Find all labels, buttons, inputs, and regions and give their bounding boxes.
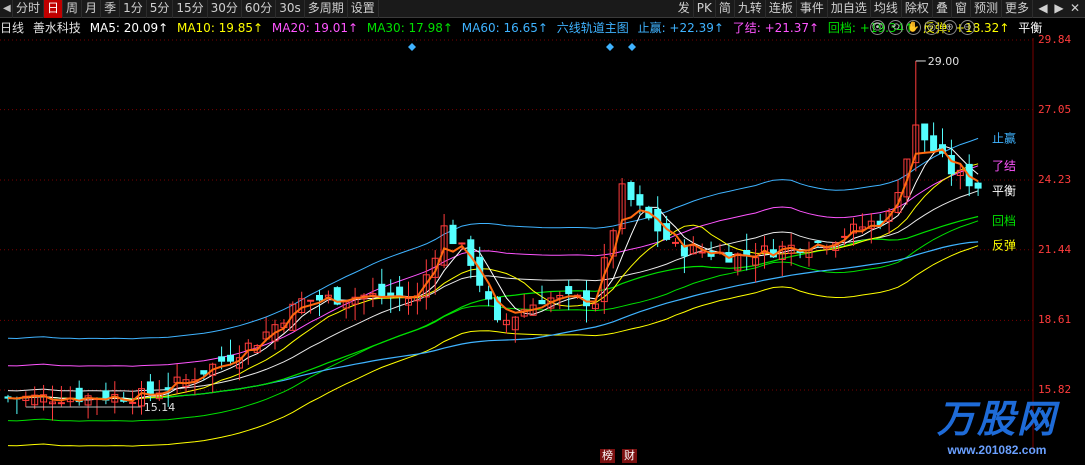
- candle-body-24: [218, 356, 226, 362]
- track-label-2: 平衡: [992, 184, 1016, 198]
- candle-body-71: [636, 194, 644, 206]
- candle-body-70: [627, 182, 635, 201]
- scroll-left-icon[interactable]: ◀: [0, 0, 13, 18]
- candle-body-35: [316, 294, 323, 301]
- price-tick-4: 18.61: [1038, 313, 1072, 327]
- tool-button-2[interactable]: 简: [716, 0, 735, 18]
- tool-button-6[interactable]: 加自选: [828, 0, 871, 18]
- candle-body-16: [146, 381, 154, 394]
- period-button-6[interactable]: 5分: [147, 0, 174, 18]
- watermark-logo: 万股网 www.201082.com: [937, 388, 1057, 457]
- candle-body-60: [538, 299, 546, 305]
- zhiying-value: 止赢: +22.39↑: [637, 21, 724, 35]
- stock-name[interactable]: 善水科技: [33, 21, 81, 35]
- track-label-4: 反弹: [992, 239, 1016, 253]
- period-button-2[interactable]: 周: [63, 0, 83, 18]
- tool-button-5[interactable]: 事件: [797, 0, 828, 18]
- tool-button-1[interactable]: PK: [694, 0, 716, 18]
- candle-body-104: [930, 135, 938, 152]
- candle-body-42: [378, 283, 386, 298]
- window-controls: ◀ ▶ ✕: [1035, 0, 1083, 18]
- close-icon[interactable]: ✕: [1067, 0, 1083, 18]
- tool-button-0[interactable]: 发: [675, 0, 694, 18]
- period-label: 日线: [0, 21, 25, 35]
- candle-body-91: [814, 240, 822, 243]
- period-button-8[interactable]: 30分: [208, 0, 242, 18]
- ma10-value: MA10: 19.85↑: [176, 21, 264, 35]
- tool-button-9[interactable]: 叠: [933, 0, 952, 18]
- period-button-9[interactable]: 60分: [242, 0, 277, 18]
- tool-button-12[interactable]: 更多: [1002, 0, 1033, 18]
- event-diamond-1: [606, 43, 614, 51]
- track-label-0: 止赢: [992, 130, 1016, 145]
- period-button-4[interactable]: 季: [101, 0, 121, 18]
- candle-body-65: [583, 290, 590, 307]
- period-toolbar: ◀ 分时日周月季 1分 5分 15分 30分 60分 30s 多周期 设置发 PK 简九转 连板 事件 加自…: [0, 0, 1085, 18]
- candle-body-103: [921, 123, 929, 141]
- candle-body-75: [672, 241, 679, 244]
- chart-tools: 👁 ⟲ ✋ ◎ ⊕ ⊖: [870, 20, 975, 35]
- ma5-value: MA5: 20.09↑: [89, 21, 169, 35]
- candle-body-109: [974, 182, 982, 189]
- period-button-0[interactable]: 分时: [13, 0, 45, 18]
- tool-button-10[interactable]: 窗: [952, 0, 971, 18]
- period-button-10[interactable]: 30s: [276, 0, 305, 18]
- candle-body-44: [396, 286, 404, 298]
- eye-icon[interactable]: 👁: [870, 20, 885, 35]
- low-price-label: 15.14: [144, 401, 176, 414]
- candle-body-6: [57, 402, 65, 405]
- liaojie-value: 了结: +21.37↑: [732, 21, 820, 35]
- ma30-value: MA30: 17.98↑: [366, 21, 453, 35]
- price-tick-3: 21.44: [1038, 242, 1072, 256]
- ma10-line: [7, 163, 979, 401]
- candle-body-54: [485, 291, 493, 300]
- event-diamond-0: [408, 43, 416, 51]
- candle-body-34: [307, 299, 315, 302]
- price-tick-2: 24.23: [1038, 173, 1072, 187]
- price-tick-0: 29.84: [1038, 33, 1072, 46]
- hand-icon[interactable]: ✋: [906, 20, 921, 35]
- finance-mark[interactable]: 财: [622, 449, 637, 463]
- tool-button-3[interactable]: 九转: [735, 0, 766, 18]
- next-icon[interactable]: ▶: [1051, 0, 1067, 18]
- tool-button-11[interactable]: 预测: [971, 0, 1002, 18]
- watermark-brand: 万股网: [936, 399, 1057, 441]
- price-tick-1: 27.05: [1038, 102, 1072, 116]
- candle-body-78: [698, 251, 706, 254]
- indicator-name[interactable]: 六线轨道主图: [557, 21, 629, 35]
- tool-button-7[interactable]: 均线: [871, 0, 902, 18]
- zoom-in-icon[interactable]: ⊕: [942, 20, 957, 35]
- track-label-1: 了结: [992, 159, 1016, 173]
- candle-body-22: [200, 370, 208, 375]
- period-button-7[interactable]: 15分: [173, 0, 208, 18]
- ma20-value: MA20: 19.01↑: [271, 21, 359, 35]
- prev-icon[interactable]: ◀: [1035, 0, 1051, 18]
- candle-body-14: [129, 401, 137, 404]
- high-price-label: 29.00: [928, 55, 960, 68]
- tool-button-8[interactable]: 除权: [902, 0, 933, 18]
- period-button-3[interactable]: 月: [82, 0, 102, 18]
- period-button-12[interactable]: 设置: [348, 0, 379, 18]
- rank-mark[interactable]: 榜: [600, 449, 615, 463]
- track-liaojie-line: [7, 165, 979, 367]
- track-zhiying-line: [7, 137, 979, 340]
- ma60-value: MA60: 16.65↑: [461, 21, 548, 35]
- period-button-5[interactable]: 1分: [120, 0, 147, 18]
- tool-button-4[interactable]: 连板: [766, 0, 797, 18]
- zoom-out-icon[interactable]: ⊖: [960, 20, 975, 35]
- candle-body-50: [449, 224, 457, 245]
- period-button-11[interactable]: 多周期: [305, 0, 348, 18]
- event-diamond-2: [628, 43, 636, 51]
- candle-body-25: [227, 354, 234, 362]
- period-button-1[interactable]: 日: [44, 0, 64, 18]
- candle-body-51: [458, 242, 466, 245]
- refresh-icon[interactable]: ⟲: [888, 20, 903, 35]
- watermark-url: www.201082.com: [947, 443, 1047, 457]
- track-label-3: 回档: [992, 214, 1016, 228]
- candle-body-63: [565, 286, 573, 295]
- candlestick-chart[interactable]: 29.00 15.14 止赢了结平衡回档反弹: [0, 38, 1034, 450]
- target-icon[interactable]: ◎: [924, 20, 939, 35]
